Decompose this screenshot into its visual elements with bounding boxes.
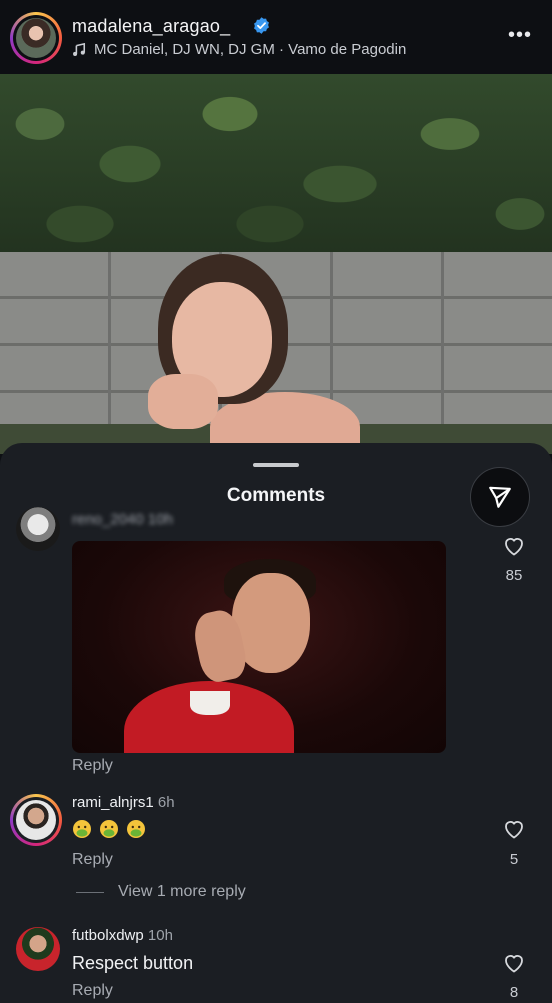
author-username[interactable]: madalena_aragao_	[72, 16, 230, 37]
nauseated-face-emoji	[127, 820, 145, 839]
comment-avatar[interactable]	[16, 927, 60, 971]
music-info[interactable]: MC Daniel, DJ WN, DJ GM · Vamo de Pagodi…	[72, 41, 406, 58]
like-count: 8	[509, 984, 519, 1001]
comment-avatar[interactable]	[16, 507, 60, 551]
author-avatar[interactable]	[10, 12, 62, 64]
share-button[interactable]	[470, 467, 530, 527]
nauseated-face-emoji	[100, 820, 118, 839]
comment-emojis	[72, 818, 153, 839]
drag-handle[interactable]	[253, 463, 299, 467]
music-note-icon	[73, 42, 86, 56]
reply-button[interactable]: Reply	[72, 757, 113, 775]
like-count: 85	[505, 567, 523, 584]
reply-button[interactable]: Reply	[72, 851, 113, 869]
like-count: 5	[509, 851, 519, 868]
nauseated-face-emoji	[73, 820, 91, 839]
comment-username[interactable]: futbolxdwp 10h	[72, 927, 173, 944]
heart-icon[interactable]	[502, 951, 526, 975]
verified-badge-icon	[254, 17, 269, 34]
comments-sheet: Comments reno_2040 10h Reply 85 rami_aln…	[0, 443, 552, 1003]
view-more-replies[interactable]: View 1 more reply	[76, 883, 246, 901]
post-photo[interactable]	[0, 74, 552, 454]
heart-icon[interactable]	[502, 817, 526, 841]
music-label: MC Daniel, DJ WN, DJ GM · Vamo de Pagodi…	[94, 41, 407, 58]
comment-avatar[interactable]	[10, 794, 62, 846]
avatar-image	[16, 18, 56, 58]
send-icon	[489, 486, 511, 508]
post-header: madalena_aragao_ MC Daniel, DJ WN, DJ GM…	[0, 0, 552, 74]
heart-icon[interactable]	[502, 534, 526, 558]
comment-text: Respect button	[72, 953, 194, 973]
comment-username[interactable]: rami_alnjrs1 6h	[72, 794, 175, 811]
comment-username[interactable]: reno_2040 10h	[72, 511, 173, 528]
reply-button[interactable]: Reply	[72, 982, 113, 1000]
hedge-background	[0, 74, 552, 259]
more-options-icon[interactable]: •••	[508, 24, 532, 47]
comment-gif[interactable]	[72, 541, 446, 753]
